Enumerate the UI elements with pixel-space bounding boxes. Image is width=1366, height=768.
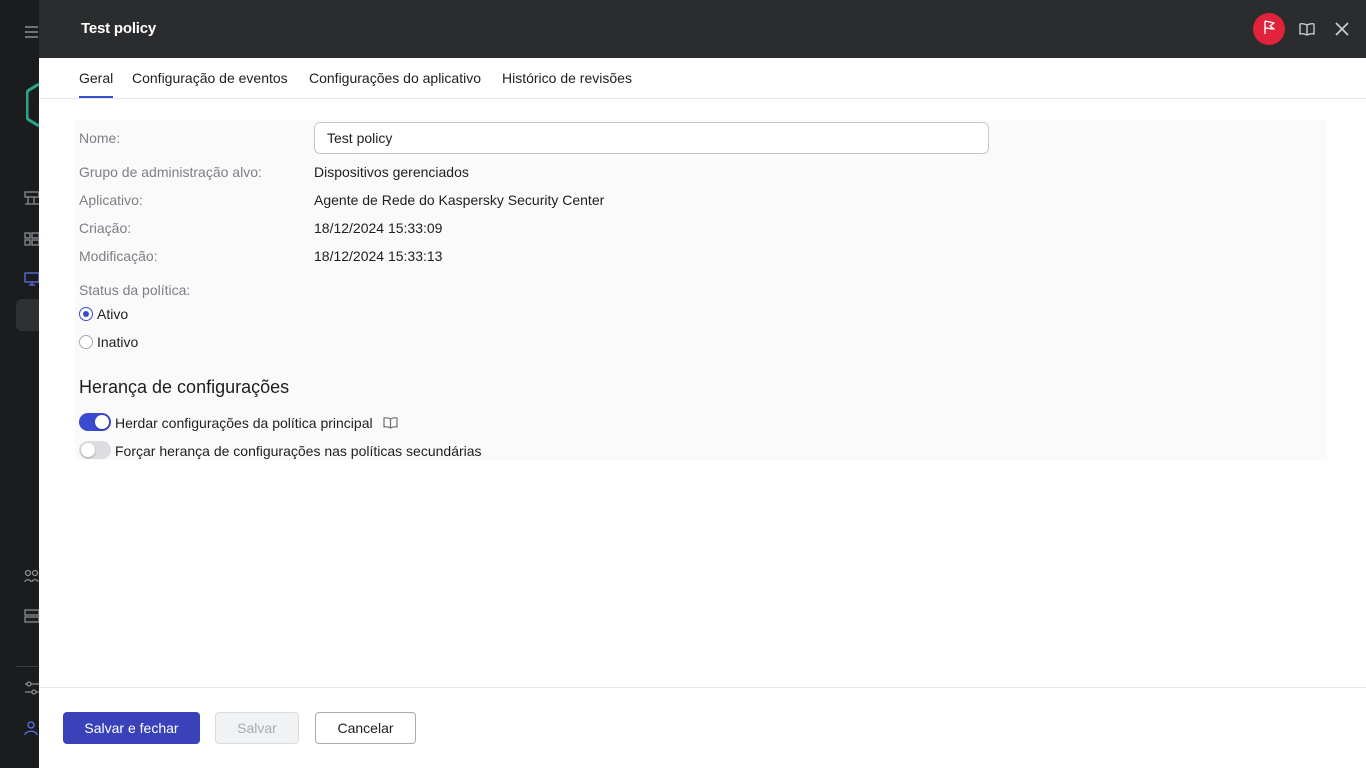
background-sidebar [0, 0, 39, 768]
save-button[interactable]: Salvar [215, 712, 299, 744]
inheritance-section-title: Herança de configurações [79, 377, 290, 397]
application-value: Agente de Rede do Kaspersky Security Cen… [314, 192, 605, 208]
menu-icon[interactable] [24, 25, 39, 39]
status-active-radio[interactable] [79, 307, 93, 321]
sidebar-divider [16, 666, 39, 667]
save-and-close-button[interactable]: Salvar e fechar [63, 712, 200, 744]
user-icon[interactable] [24, 721, 39, 735]
force-inheritance-toggle[interactable] [79, 441, 111, 459]
target-group-label: Grupo de administração alvo: [79, 164, 262, 180]
policy-status-label: Status da política: [79, 282, 191, 298]
server-icon[interactable] [24, 191, 39, 205]
force-inheritance-label[interactable]: Forçar herança de configurações nas polí… [115, 443, 482, 459]
drawer-footer: Salvar e fechar Salvar Cancelar [39, 687, 1366, 768]
monitor-icon[interactable] [24, 272, 39, 286]
tab-event-configuration[interactable]: Configuração de eventos [132, 70, 288, 86]
general-content-panel [75, 120, 1327, 460]
target-group-value: Dispositivos gerenciados [314, 164, 469, 180]
tab-general[interactable]: Geral [79, 70, 114, 98]
created-value: 18/12/2024 15:33:09 [314, 220, 443, 236]
close-icon[interactable] [1333, 20, 1351, 38]
inherit-settings-toggle[interactable] [79, 413, 111, 431]
tab-bar: Geral Configuração de eventos Configuraç… [39, 58, 1366, 99]
status-inactive-radio[interactable] [79, 335, 93, 349]
help-book-icon[interactable] [383, 416, 398, 429]
status-active-label[interactable]: Ativo [97, 306, 128, 322]
storage-icon[interactable] [24, 609, 39, 623]
modified-value: 18/12/2024 15:33:13 [314, 248, 443, 264]
policy-drawer: Test policy Geral Configuração de evento… [39, 0, 1366, 768]
users-icon[interactable] [24, 569, 39, 583]
modified-label: Modificação: [79, 248, 158, 264]
flag-button[interactable] [1253, 13, 1285, 45]
sliders-icon[interactable] [24, 681, 39, 695]
status-inactive-label[interactable]: Inativo [97, 334, 138, 350]
book-icon[interactable] [1298, 20, 1316, 38]
tab-application-settings[interactable]: Configurações do aplicativo [309, 70, 481, 86]
drawer-header: Test policy [39, 0, 1366, 58]
created-label: Criação: [79, 220, 132, 236]
application-label: Aplicativo: [79, 192, 143, 208]
drawer-title: Test policy [81, 20, 157, 37]
tab-revision-history[interactable]: Histórico de revisões [502, 70, 632, 86]
flag-icon [1261, 19, 1277, 40]
cancel-button[interactable]: Cancelar [315, 712, 416, 744]
name-label: Nome: [79, 130, 121, 146]
sidebar-active-item[interactable] [16, 299, 39, 331]
inherit-settings-label[interactable]: Herdar configurações da política princip… [115, 415, 373, 431]
dashboard-icon[interactable] [24, 232, 39, 246]
name-input[interactable] [314, 122, 989, 154]
